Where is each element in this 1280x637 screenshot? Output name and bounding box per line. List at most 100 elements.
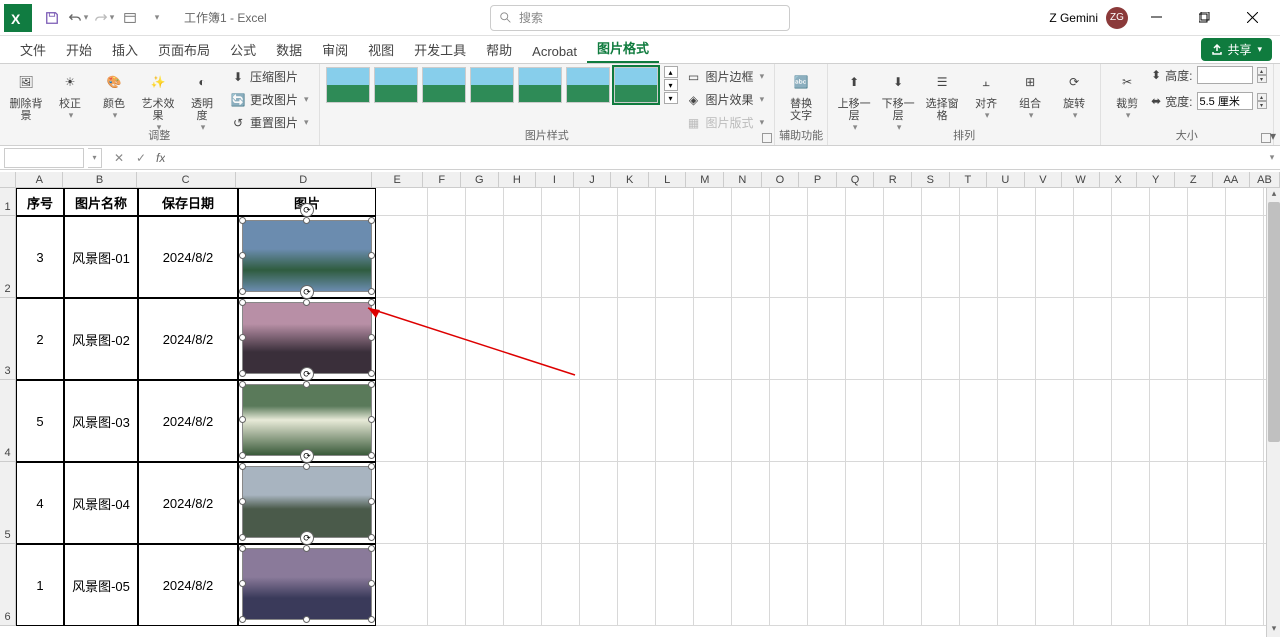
width-down[interactable]: ▾ [1257, 101, 1267, 109]
cell[interactable] [466, 380, 504, 462]
cell[interactable] [1188, 188, 1226, 216]
inserted-picture[interactable]: ⟳ [242, 548, 372, 620]
name-box-dropdown[interactable]: ▾ [88, 148, 102, 168]
resize-handle[interactable] [239, 381, 246, 388]
cell[interactable] [998, 216, 1036, 298]
gallery-down-button[interactable]: ▾ [664, 79, 678, 91]
col-header-W[interactable]: W [1062, 172, 1100, 187]
save-button[interactable] [40, 6, 64, 30]
cell[interactable] [1188, 380, 1226, 462]
color-button[interactable]: 🎨颜色▾ [94, 66, 134, 123]
cell[interactable] [884, 462, 922, 544]
rotate-handle[interactable]: ⟳ [300, 531, 314, 545]
scroll-up-button[interactable]: ▴ [1267, 188, 1280, 202]
col-header-AB[interactable]: AB [1250, 172, 1280, 187]
cell[interactable] [428, 188, 466, 216]
cell[interactable] [618, 188, 656, 216]
rotate-handle[interactable]: ⟳ [300, 203, 314, 217]
cell[interactable] [694, 380, 732, 462]
cell[interactable] [884, 188, 922, 216]
cell[interactable] [922, 462, 960, 544]
scroll-thumb[interactable] [1268, 202, 1280, 442]
cell[interactable] [884, 544, 922, 626]
group-button[interactable]: ⊞组合▾ [1010, 66, 1050, 123]
rotate-handle[interactable]: ⟳ [300, 367, 314, 381]
cell[interactable] [808, 188, 846, 216]
col-header-G[interactable]: G [461, 172, 499, 187]
corrections-button[interactable]: ☀校正▾ [50, 66, 90, 123]
cell[interactable] [1150, 298, 1188, 380]
cell[interactable] [618, 380, 656, 462]
table-cell[interactable]: 2024/8/2 [138, 380, 238, 462]
col-header-N[interactable]: N [724, 172, 762, 187]
undo-button[interactable]: ▾ [66, 6, 90, 30]
cell[interactable] [1112, 462, 1150, 544]
tab-9[interactable]: 帮助 [476, 36, 522, 63]
cell[interactable] [580, 298, 618, 380]
cell[interactable] [542, 544, 580, 626]
cell[interactable] [466, 188, 504, 216]
resize-handle[interactable] [303, 463, 310, 470]
cell[interactable] [428, 380, 466, 462]
height-input[interactable] [1197, 66, 1253, 84]
enter-formula-button[interactable]: ✓ [132, 149, 150, 167]
resize-handle[interactable] [368, 299, 375, 306]
resize-handle[interactable] [368, 580, 375, 587]
resize-handle[interactable] [368, 370, 375, 377]
col-header-R[interactable]: R [874, 172, 912, 187]
col-header-T[interactable]: T [950, 172, 988, 187]
col-header-E[interactable]: E [372, 172, 423, 187]
cell[interactable] [542, 380, 580, 462]
cell[interactable] [1226, 544, 1264, 626]
resize-handle[interactable] [239, 545, 246, 552]
cell[interactable] [428, 544, 466, 626]
tab-11[interactable]: 图片格式 [587, 34, 659, 63]
cell[interactable] [376, 216, 428, 298]
cell[interactable] [656, 216, 694, 298]
cell[interactable] [542, 462, 580, 544]
style-thumb-3[interactable] [422, 67, 466, 103]
cell[interactable] [998, 298, 1036, 380]
collapse-ribbon-button[interactable]: ▾ [1270, 129, 1276, 143]
tab-7[interactable]: 视图 [358, 36, 404, 63]
cell[interactable] [1112, 544, 1150, 626]
cell[interactable] [1036, 298, 1074, 380]
cell[interactable] [656, 462, 694, 544]
send-backward-button[interactable]: ⬇下移一层▾ [878, 66, 918, 135]
select-all-button[interactable] [0, 172, 16, 188]
col-header-V[interactable]: V [1025, 172, 1063, 187]
cell[interactable] [656, 188, 694, 216]
alt-text-button[interactable]: 🔤替换 文字 [781, 66, 821, 124]
resize-handle[interactable] [368, 334, 375, 341]
cell[interactable] [846, 544, 884, 626]
cell[interactable] [922, 216, 960, 298]
inserted-picture[interactable]: ⟳ [242, 384, 372, 456]
cell[interactable] [580, 380, 618, 462]
cell[interactable] [694, 462, 732, 544]
cell[interactable] [732, 544, 770, 626]
cell[interactable] [960, 298, 998, 380]
resize-handle[interactable] [303, 217, 310, 224]
cell[interactable] [1112, 216, 1150, 298]
inserted-picture[interactable]: ⟳ [242, 302, 372, 374]
col-header-Z[interactable]: Z [1175, 172, 1213, 187]
resize-handle[interactable] [368, 381, 375, 388]
cell[interactable] [846, 462, 884, 544]
resize-handle[interactable] [303, 616, 310, 623]
col-header-S[interactable]: S [912, 172, 950, 187]
row-header-1[interactable]: 1 [0, 188, 16, 216]
resize-handle[interactable] [239, 534, 246, 541]
cell[interactable] [466, 544, 504, 626]
bring-forward-button[interactable]: ⬆上移一层▾ [834, 66, 874, 135]
rotate-button[interactable]: ⟳旋转▾ [1054, 66, 1094, 123]
col-header-H[interactable]: H [499, 172, 537, 187]
width-up[interactable]: ▴ [1257, 93, 1267, 101]
col-header-O[interactable]: O [762, 172, 800, 187]
resize-handle[interactable] [368, 252, 375, 259]
cell[interactable] [1226, 188, 1264, 216]
cell[interactable] [922, 188, 960, 216]
cell[interactable] [694, 544, 732, 626]
cell[interactable] [922, 298, 960, 380]
fx-icon[interactable]: fx [156, 151, 165, 165]
cell[interactable] [580, 188, 618, 216]
